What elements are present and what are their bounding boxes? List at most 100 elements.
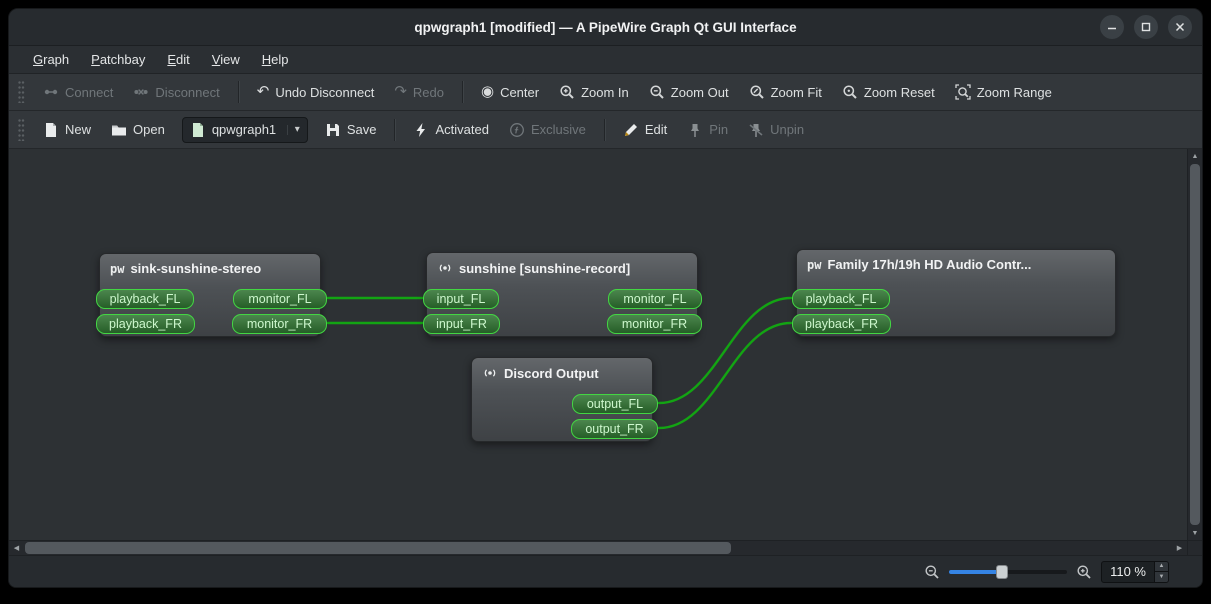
speaker-icon [439,264,451,272]
window-controls [1100,9,1192,45]
node-header: sunshine [sunshine-record] [427,253,697,280]
node-header: pw sink-sunshine-stereo [100,254,320,280]
disconnect-button[interactable]: Disconnect [124,79,228,105]
node-header: Discord Output [472,358,652,385]
connect-icon [44,89,58,95]
spin-up-icon[interactable]: ▲ [1155,561,1168,572]
port-playback-fr[interactable]: playback_FR [96,314,195,334]
pipewire-icon: pw [110,261,125,276]
node-sunshine-record[interactable]: sunshine [sunshine-record] input_FL inpu… [423,252,702,337]
horizontal-scrollbar-track[interactable] [24,541,1172,555]
zoom-spinbox[interactable]: 110 % ▲ ▼ [1101,560,1169,583]
connection-wire[interactable] [657,321,793,430]
port-monitor-fl[interactable]: monitor_FL [233,289,327,309]
node-title: Discord Output [504,365,599,381]
port-playback-fr[interactable]: playback_FR [792,314,891,334]
scrollbar-corner [1187,541,1202,555]
node-family-hd-audio[interactable]: pw Family 17h/19h HD Audio Contr... play… [792,249,1116,337]
menu-view-accel: V [211,52,221,67]
titlebar[interactable]: qpwgraph1 [modified] — A PipeWire Graph … [9,9,1202,46]
zoom-fit-button[interactable]: Zoom Fit [740,79,831,105]
new-button[interactable]: New [34,117,100,143]
spin-down-icon[interactable]: ▼ [1155,572,1168,582]
port-output-fr[interactable]: output_FR [571,419,658,439]
zoom-in-small-icon[interactable] [1076,564,1092,580]
zoom-reset-label: Zoom Reset [863,84,935,100]
exclusive-button[interactable]: Exclusive [500,117,595,143]
menu-graph-rest: raph [43,52,70,67]
menu-view[interactable]: View [202,49,250,70]
redo-button[interactable]: ↷ Redo [385,80,453,105]
zoom-in-icon [560,85,574,99]
scroll-right-icon[interactable]: ▶ [1172,541,1187,555]
port-input-fr[interactable]: input_FR [423,314,500,334]
zoom-range-button[interactable]: Zoom Range [946,79,1061,105]
zoom-slider-fill [949,569,1002,574]
pin-button[interactable]: Pin [678,117,737,143]
menu-patchbay[interactable]: Patchbay [81,49,155,70]
statusbar: 110 % ▲ ▼ [9,556,1202,587]
save-label: Save [346,122,377,137]
open-button[interactable]: Open [102,117,174,143]
scroll-left-icon[interactable]: ◀ [9,541,24,555]
toolbar-graph: Connect Disconnect ↶ Undo Disconnect ↷ R… [9,74,1202,111]
menu-graph[interactable]: Graph [23,49,79,70]
patchbay-file-icon [192,122,203,137]
new-label: New [65,122,92,137]
menu-patchbay-rest: atchbay [99,52,146,67]
port-input-fl[interactable]: input_FL [423,289,499,309]
port-monitor-fr[interactable]: monitor_FR [232,314,327,334]
close-button[interactable] [1168,15,1192,39]
save-button[interactable]: Save [316,117,386,143]
graph-canvas[interactable]: pw sink-sunshine-stereo playback_FL play… [9,149,1187,540]
node-sink-sunshine-stereo[interactable]: pw sink-sunshine-stereo playback_FL play… [96,253,327,337]
toolbar-grip[interactable] [18,81,25,103]
redo-icon: ↷ [394,83,407,100]
zoom-reset-button[interactable]: Zoom Reset [833,79,944,105]
undo-disconnect-button[interactable]: ↶ Undo Disconnect [248,80,384,105]
port-output-fl[interactable]: output_FL [572,394,658,414]
zoom-in-label: Zoom In [581,84,629,100]
window-title: qpwgraph1 [modified] — A PipeWire Graph … [414,19,797,35]
edit-label: Edit [644,122,668,137]
zoom-out-small-icon[interactable] [924,564,940,580]
vertical-scrollbar-thumb[interactable] [1190,164,1200,525]
toolbar-grip[interactable] [18,118,25,141]
new-file-icon [46,122,56,137]
zoom-fit-icon [750,85,764,99]
zoom-slider-handle[interactable] [996,564,1009,579]
pin-label: Pin [709,122,729,137]
unpin-button[interactable]: Unpin [739,117,813,143]
zoom-in-button[interactable]: Zoom In [550,79,638,105]
zoom-slider[interactable] [949,564,1068,579]
zoom-out-button[interactable]: Zoom Out [640,79,738,105]
scroll-up-icon[interactable]: ▲ [1188,149,1202,163]
minimize-icon [1108,27,1116,30]
edit-button[interactable]: Edit [614,117,676,143]
zoom-value[interactable]: 110 % [1102,562,1154,582]
port-playback-fl[interactable]: playback_FL [792,289,890,309]
connection-wires [326,296,793,430]
menu-help-rest: elp [271,52,289,67]
port-monitor-fl[interactable]: monitor_FL [608,289,702,309]
scroll-down-icon[interactable]: ▼ [1188,526,1202,540]
node-discord-output[interactable]: Discord Output output_FL output_FR [471,357,658,442]
vertical-scrollbar[interactable]: ▲ ▼ [1187,149,1202,540]
horizontal-scrollbar-thumb[interactable] [25,542,731,554]
lightning-icon [416,122,426,137]
menu-help[interactable]: Help [252,49,299,70]
menu-graph-accel: G [33,52,44,67]
maximize-button[interactable] [1134,15,1158,39]
minimize-button[interactable] [1100,15,1124,39]
patchbay-combo[interactable]: qpwgraph1 ▾ [181,116,308,143]
center-button[interactable]: ◉ Center [472,80,548,105]
open-label: Open [133,122,165,137]
toolbar-separator [394,118,396,141]
port-playback-fl[interactable]: playback_FL [96,289,194,309]
activated-button[interactable]: Activated [404,117,497,143]
port-monitor-fr[interactable]: monitor_FR [607,314,702,334]
connect-button[interactable]: Connect [34,79,122,105]
menu-edit[interactable]: Edit [157,49,199,70]
toolbar-separator [603,118,605,141]
horizontal-scrollbar[interactable]: ◀ ▶ [9,541,1202,556]
